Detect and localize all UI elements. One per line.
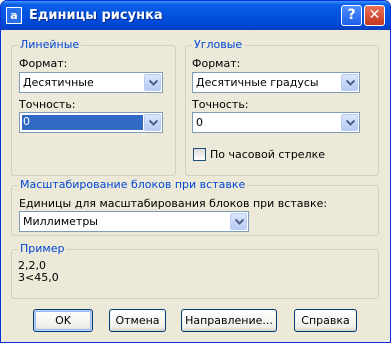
drawing-units-dialog: a Единицы рисунка ? ✕ Линейные Формат: Д… [0,0,391,343]
linear-precision-value: 0 [22,115,143,130]
angular-group-title: Угловые [192,38,245,52]
angular-format-select[interactable]: Десятичные градусы [192,72,360,93]
scaling-units-select[interactable]: Миллиметры [19,211,249,232]
sample-group: Пример [11,242,379,299]
cancel-button[interactable]: Отмена [109,309,166,332]
app-icon: a [6,7,22,24]
linear-format-label: Формат: [19,57,68,70]
chevron-down-icon[interactable] [341,74,358,91]
block-scaling-group-title: Масштабирование блоков при вставке [18,178,248,192]
angular-precision-label: Точность: [192,98,249,111]
close-button[interactable]: ✕ [364,5,385,26]
ok-button[interactable]: OK [33,309,93,332]
sample-line-2: 3<45,0 [18,271,59,284]
clockwise-label[interactable]: По часовой стрелке [210,148,325,161]
scaling-units-label: Единицы для масштабирования блоков при в… [19,197,328,210]
help-button[interactable]: Справка [294,309,357,332]
window-title: Единицы рисунка [29,8,163,23]
direction-button[interactable]: Направление... [181,309,277,332]
linear-precision-label: Точность: [19,98,76,111]
angular-format-label: Формат: [192,57,241,70]
title-bar[interactable]: a Единицы рисунка ? ✕ [1,1,390,30]
chevron-down-icon[interactable] [144,114,161,131]
angular-format-value: Десятичные градусы [196,76,319,89]
sample-group-title: Пример [18,242,67,256]
clockwise-checkbox[interactable] [193,148,206,161]
help-title-button[interactable]: ? [341,5,362,26]
linear-format-select[interactable]: Десятичные [19,72,163,93]
chevron-down-icon[interactable] [144,74,161,91]
angular-precision-value: 0 [196,116,203,129]
linear-precision-select[interactable]: 0 [19,112,163,133]
angular-precision-select[interactable]: 0 [192,112,360,133]
chevron-down-icon[interactable] [230,213,247,230]
chevron-down-icon[interactable] [341,114,358,131]
linear-group-title: Линейные [18,38,82,52]
scaling-units-value: Миллиметры [23,215,98,228]
linear-format-value: Десятичные [23,76,94,89]
